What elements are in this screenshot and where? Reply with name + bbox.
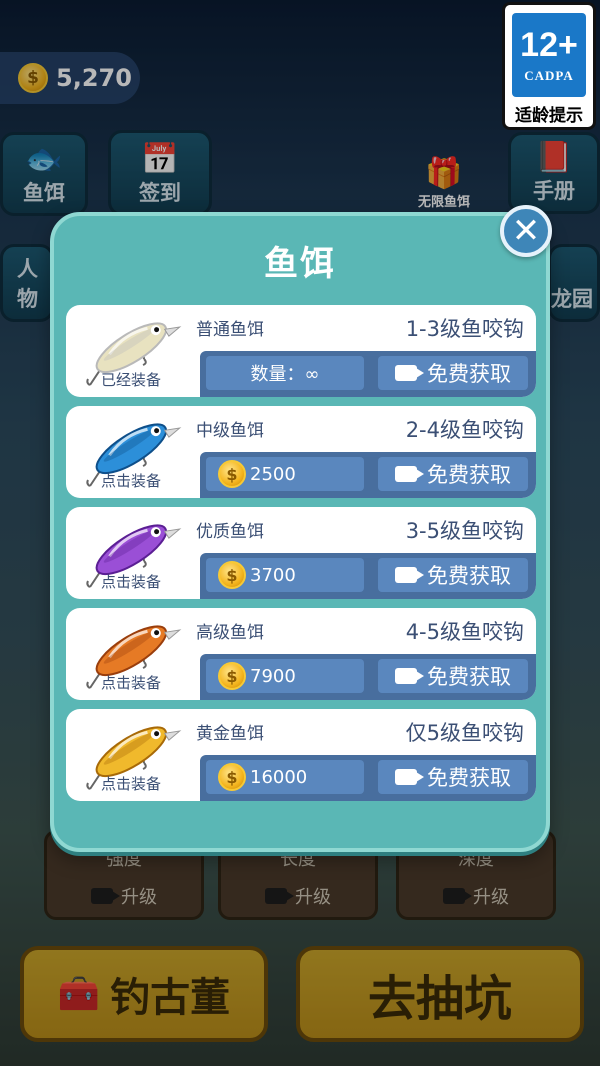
bait-row: 已经装备 普通鱼饵 1-3级鱼咬钩 数量：∞ 免费获取 — [66, 305, 536, 397]
free-get-label: 免费获取 — [427, 564, 511, 588]
bait-row: 点击装备 黄金鱼饵 仅5级鱼咬钩 $ 16000 免费获取 — [66, 709, 536, 801]
bait-action-bar: $ 7900 免费获取 — [200, 654, 536, 700]
bait-equip-status[interactable]: 点击装备 — [66, 773, 196, 794]
bait-price: 16000 — [250, 766, 308, 788]
bait-name: 黄金鱼饵 — [196, 724, 264, 744]
bait-bite-range: 4-5级鱼咬钩 — [405, 620, 524, 644]
bait-action-bar: $ 16000 免费获取 — [200, 755, 536, 801]
age-rating-tip: 适龄提示 — [515, 106, 583, 126]
dialog-title: 鱼饵 — [264, 244, 336, 284]
video-icon — [395, 769, 424, 785]
bait-name: 优质鱼饵 — [196, 522, 264, 542]
age-rating-badge: 12+ CADPA 适龄提示 — [502, 2, 596, 130]
free-get-button[interactable]: 免费获取 — [378, 457, 528, 491]
free-get-button[interactable]: 免费获取 — [378, 659, 528, 693]
bait-quantity-value: 数量：∞ — [250, 364, 320, 385]
free-get-button[interactable]: 免费获取 — [378, 760, 528, 794]
free-get-label: 免费获取 — [427, 766, 511, 790]
video-icon — [395, 365, 424, 381]
free-get-label: 免费获取 — [427, 362, 511, 386]
bait-bite-range: 仅5级鱼咬钩 — [405, 721, 524, 745]
age-rating-org: CADPA — [524, 68, 574, 83]
buy-with-coins-button[interactable]: $ 2500 — [206, 457, 364, 491]
age-rating-panel: 12+ CADPA — [512, 13, 586, 97]
free-get-button[interactable]: 免费获取 — [378, 558, 528, 592]
bait-action-bar: $ 3700 免费获取 — [200, 553, 536, 599]
coin-icon: $ — [218, 460, 246, 488]
bait-bite-range: 3-5级鱼咬钩 — [405, 519, 524, 543]
bait-price: 7900 — [250, 665, 296, 687]
bait-name: 普通鱼饵 — [196, 320, 264, 340]
bait-price: 2500 — [250, 463, 296, 485]
bait-name: 中级鱼饵 — [196, 421, 264, 441]
coin-icon: $ — [218, 662, 246, 690]
bait-name: 高级鱼饵 — [196, 623, 264, 643]
free-get-button[interactable]: 免费获取 — [378, 356, 528, 390]
buy-with-coins-button[interactable]: $ 7900 — [206, 659, 364, 693]
bait-price: 3700 — [250, 564, 296, 586]
age-rating-value: 12+ — [520, 26, 578, 64]
video-icon — [395, 567, 424, 583]
video-icon — [395, 668, 424, 684]
bait-equip-status[interactable]: 已经装备 — [66, 369, 196, 390]
bait-bite-range: 2-4级鱼咬钩 — [405, 418, 524, 442]
bait-equip-status[interactable]: 点击装备 — [66, 571, 196, 592]
video-icon — [395, 466, 424, 482]
bait-equip-status[interactable]: 点击装备 — [66, 672, 196, 693]
bait-row: 点击装备 中级鱼饵 2-4级鱼咬钩 $ 2500 免费获取 — [66, 406, 536, 498]
buy-with-coins-button[interactable]: $ 16000 — [206, 760, 364, 794]
bait-bite-range: 1-3级鱼咬钩 — [405, 317, 524, 341]
bait-action-bar: $ 2500 免费获取 — [200, 452, 536, 498]
close-button[interactable]: ✕ — [500, 205, 552, 257]
coin-icon: $ — [218, 561, 246, 589]
coin-icon: $ — [218, 763, 246, 791]
bait-equip-status[interactable]: 点击装备 — [66, 470, 196, 491]
bait-action-bar: 数量：∞ 免费获取 — [200, 351, 536, 397]
close-icon: ✕ — [511, 211, 541, 251]
bait-row: 点击装备 优质鱼饵 3-5级鱼咬钩 $ 3700 免费获取 — [66, 507, 536, 599]
free-get-label: 免费获取 — [427, 665, 511, 689]
buy-with-coins-button[interactable]: $ 3700 — [206, 558, 364, 592]
bait-quantity: 数量：∞ — [206, 356, 364, 390]
bait-row: 点击装备 高级鱼饵 4-5级鱼咬钩 $ 7900 免费获取 — [66, 608, 536, 700]
free-get-label: 免费获取 — [427, 463, 511, 487]
